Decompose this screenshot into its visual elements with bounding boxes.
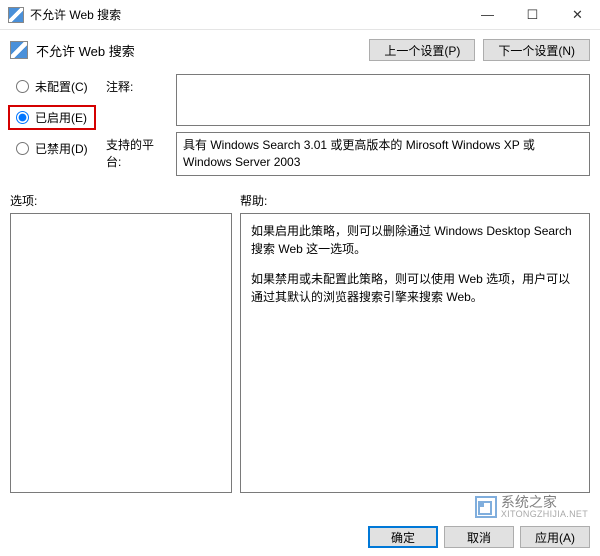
prev-setting-button[interactable]: 上一个设置(P) [369,39,475,61]
radio-disabled[interactable]: 已禁用(D) [10,140,96,157]
window-controls: — ☐ ✕ [465,0,600,30]
radio-enabled[interactable]: 已启用(E) [8,105,96,130]
watermark: 系统之家 XITONGZHIJIA.NET [475,495,588,520]
radio-not-configured-input[interactable] [16,80,29,93]
supported-label: 支持的平台: [106,132,168,170]
next-setting-button[interactable]: 下一个设置(N) [483,39,590,61]
radio-group: 未配置(C) 已启用(E) 已禁用(D) [10,74,96,176]
cancel-button[interactable]: 取消 [444,526,514,548]
fields-column: 注释: 支持的平台: 具有 Windows Search 3.01 或更高版本的… [106,74,590,176]
titlebar: 不允许 Web 搜索 — ☐ ✕ [0,0,600,30]
button-bar: 确定 取消 应用(A) [368,526,590,548]
header-row: 不允许 Web 搜索 上一个设置(P) 下一个设置(N) [0,30,600,70]
config-section: 未配置(C) 已启用(E) 已禁用(D) 注释: 支持的平台: 具有 Windo… [0,70,600,182]
watermark-text: 系统之家 XITONGZHIJIA.NET [501,495,588,520]
radio-not-configured[interactable]: 未配置(C) [10,78,96,95]
radio-disabled-label: 已禁用(D) [35,140,88,157]
panes: 如果启用此策略，则可以删除通过 Windows Desktop Search 搜… [0,213,600,493]
maximize-button[interactable]: ☐ [510,0,555,30]
help-paragraph-1: 如果启用此策略，则可以删除通过 Windows Desktop Search 搜… [251,222,579,258]
options-label: 选项: [10,192,240,209]
minimize-button[interactable]: — [465,0,510,30]
options-pane [10,213,232,493]
help-paragraph-2: 如果禁用或未配置此策略，则可以使用 Web 选项，用户可以通过其默认的浏览器搜索… [251,270,579,306]
close-button[interactable]: ✕ [555,0,600,30]
radio-enabled-label: 已启用(E) [35,109,87,126]
policy-icon [10,41,28,59]
supported-row: 支持的平台: 具有 Windows Search 3.01 或更高版本的 Mir… [106,132,590,176]
help-pane: 如果启用此策略，则可以删除通过 Windows Desktop Search 搜… [240,213,590,493]
lower-labels: 选项: 帮助: [0,182,600,213]
comment-input[interactable] [176,74,590,126]
radio-disabled-input[interactable] [16,142,29,155]
window-title: 不允许 Web 搜索 [30,6,465,23]
watermark-url: XITONGZHIJIA.NET [501,510,588,520]
help-label: 帮助: [240,192,267,209]
comment-label: 注释: [106,74,168,95]
ok-button[interactable]: 确定 [368,526,438,548]
app-icon [8,7,24,23]
watermark-icon [475,496,497,518]
supported-text: 具有 Windows Search 3.01 或更高版本的 Mirosoft W… [176,132,590,176]
apply-button[interactable]: 应用(A) [520,526,590,548]
watermark-cn: 系统之家 [501,495,588,510]
radio-enabled-input[interactable] [16,111,29,124]
policy-title: 不允许 Web 搜索 [36,41,361,60]
comment-row: 注释: [106,74,590,126]
radio-not-configured-label: 未配置(C) [35,78,88,95]
